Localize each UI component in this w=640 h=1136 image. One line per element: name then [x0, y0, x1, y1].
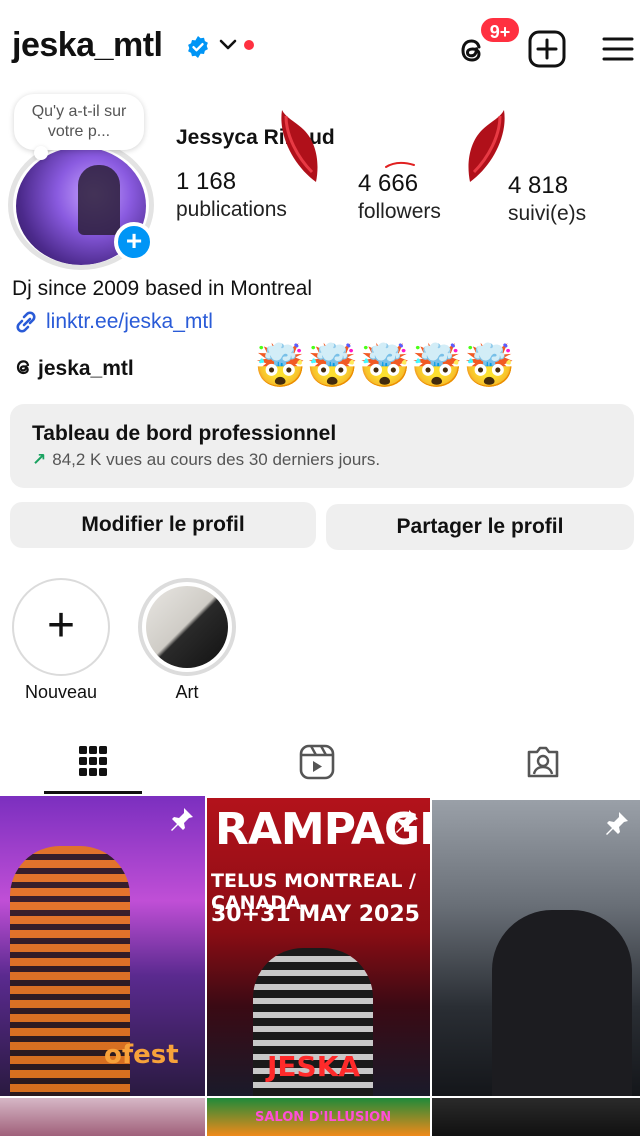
post-overlay-text: ofest	[104, 1040, 179, 1070]
stat-following-count: 4 818	[508, 172, 569, 199]
profile-link[interactable]: linktr.ee/jeska_mtl	[12, 310, 213, 338]
profile-bio: Dj since 2009 based in Montreal	[12, 277, 313, 300]
create-post-icon[interactable]	[528, 30, 566, 68]
edit-profile-button[interactable]: Modifier le profil	[10, 502, 316, 548]
stat-followers-label: followers	[358, 200, 441, 223]
post-thumbnail[interactable]	[432, 800, 640, 1096]
highlight-art[interactable]: Art	[138, 578, 236, 703]
post-poster-dates: 30+31 MAY 2025	[211, 902, 420, 927]
posts-grid: ofest RAMPAGE TELUS MONTREAL / CANADA 30…	[0, 796, 640, 1136]
username-switcher[interactable]: jeska_mtl	[12, 26, 163, 65]
grid-icon	[79, 746, 107, 776]
top-bar: jeska_mtl 9+	[0, 0, 640, 96]
highlight-art-circle	[138, 578, 236, 676]
dashboard-title: Tableau de bord professionnel	[32, 422, 337, 445]
avatar-figure	[78, 165, 120, 235]
stat-posts[interactable]: 1 168 publications	[176, 168, 287, 222]
pinned-icon	[396, 810, 418, 833]
note-bubble[interactable]: Qu'y a-t-il sur votre p...	[14, 94, 144, 150]
active-tab-indicator	[44, 791, 142, 794]
highlight-art-label: Art	[175, 682, 199, 702]
reels-icon	[299, 744, 335, 780]
devil-horn-sticker-left	[281, 110, 318, 182]
dashboard-subtitle: ↗ 84,2 K vues au cours des 30 derniers jo…	[32, 450, 380, 470]
threads-profile-link[interactable]: jeska_mtl	[12, 356, 134, 381]
post-figure	[492, 910, 632, 1096]
post-thumbnail[interactable]	[0, 1098, 205, 1136]
profile-tabs	[0, 736, 640, 794]
share-profile-button[interactable]: Partager le profil	[326, 504, 634, 550]
pinned-icon	[606, 812, 628, 835]
professional-dashboard-card[interactable]: Tableau de bord professionnel ↗ 84,2 K vu…	[10, 404, 634, 488]
chevron-down-icon[interactable]	[219, 38, 237, 52]
highlight-new[interactable]: + Nouveau	[12, 578, 110, 703]
tab-reels[interactable]	[246, 736, 388, 794]
tab-grid[interactable]	[22, 736, 164, 794]
profile-link-text: linktr.ee/jeska_mtl	[46, 310, 213, 333]
devil-horn-sticker-right	[468, 110, 505, 182]
stat-posts-label: publications	[176, 198, 287, 221]
red-scribble-mark	[385, 161, 415, 168]
profile-avatar[interactable]: +	[8, 140, 154, 270]
highlight-new-circle: +	[12, 578, 110, 676]
note-bubble-tail	[34, 146, 48, 160]
post-thumbnail[interactable]: ofest	[0, 796, 205, 1096]
trend-up-arrow-icon: ↗	[32, 450, 47, 469]
add-story-button[interactable]: +	[114, 222, 154, 262]
mind-blown-emoji-stickers: 🤯🤯🤯🤯🤯	[254, 342, 516, 389]
dashboard-views-text: 84,2 K vues au cours des 30 derniers jou…	[52, 450, 381, 469]
post-poster-artist: JESKA	[267, 1050, 361, 1083]
post-thumbnail[interactable]: RAMPAGE TELUS MONTREAL / CANADA 30+31 MA…	[207, 798, 430, 1096]
highlight-art-cover	[146, 586, 228, 668]
post-thumbnail[interactable]: SALON D'ILLUSION	[207, 1098, 430, 1136]
notification-badge: 9+	[479, 16, 521, 44]
post-thumbnail[interactable]	[432, 1098, 640, 1136]
hamburger-menu-icon[interactable]	[602, 35, 634, 63]
stat-following[interactable]: 4 818 suivi(e)s	[508, 172, 586, 226]
stat-followers[interactable]: 4 666 followers	[358, 170, 441, 224]
stat-followers-count: 4 666	[358, 170, 419, 197]
stat-posts-count: 1 168	[176, 168, 237, 195]
threads-small-icon	[16, 360, 30, 375]
stat-following-label: suivi(e)s	[508, 202, 587, 225]
tagged-person-icon	[527, 746, 559, 778]
tab-tagged[interactable]	[472, 736, 614, 794]
highlight-new-label: Nouveau	[24, 682, 98, 702]
link-icon	[16, 311, 36, 333]
threads-handle-text: jeska_mtl	[38, 357, 134, 380]
pinned-icon	[171, 808, 193, 831]
post-poster-title: SALON D'ILLUSION	[255, 1110, 392, 1125]
account-activity-dot	[244, 40, 254, 50]
verified-badge-icon	[188, 36, 208, 58]
plus-icon: +	[46, 599, 76, 652]
